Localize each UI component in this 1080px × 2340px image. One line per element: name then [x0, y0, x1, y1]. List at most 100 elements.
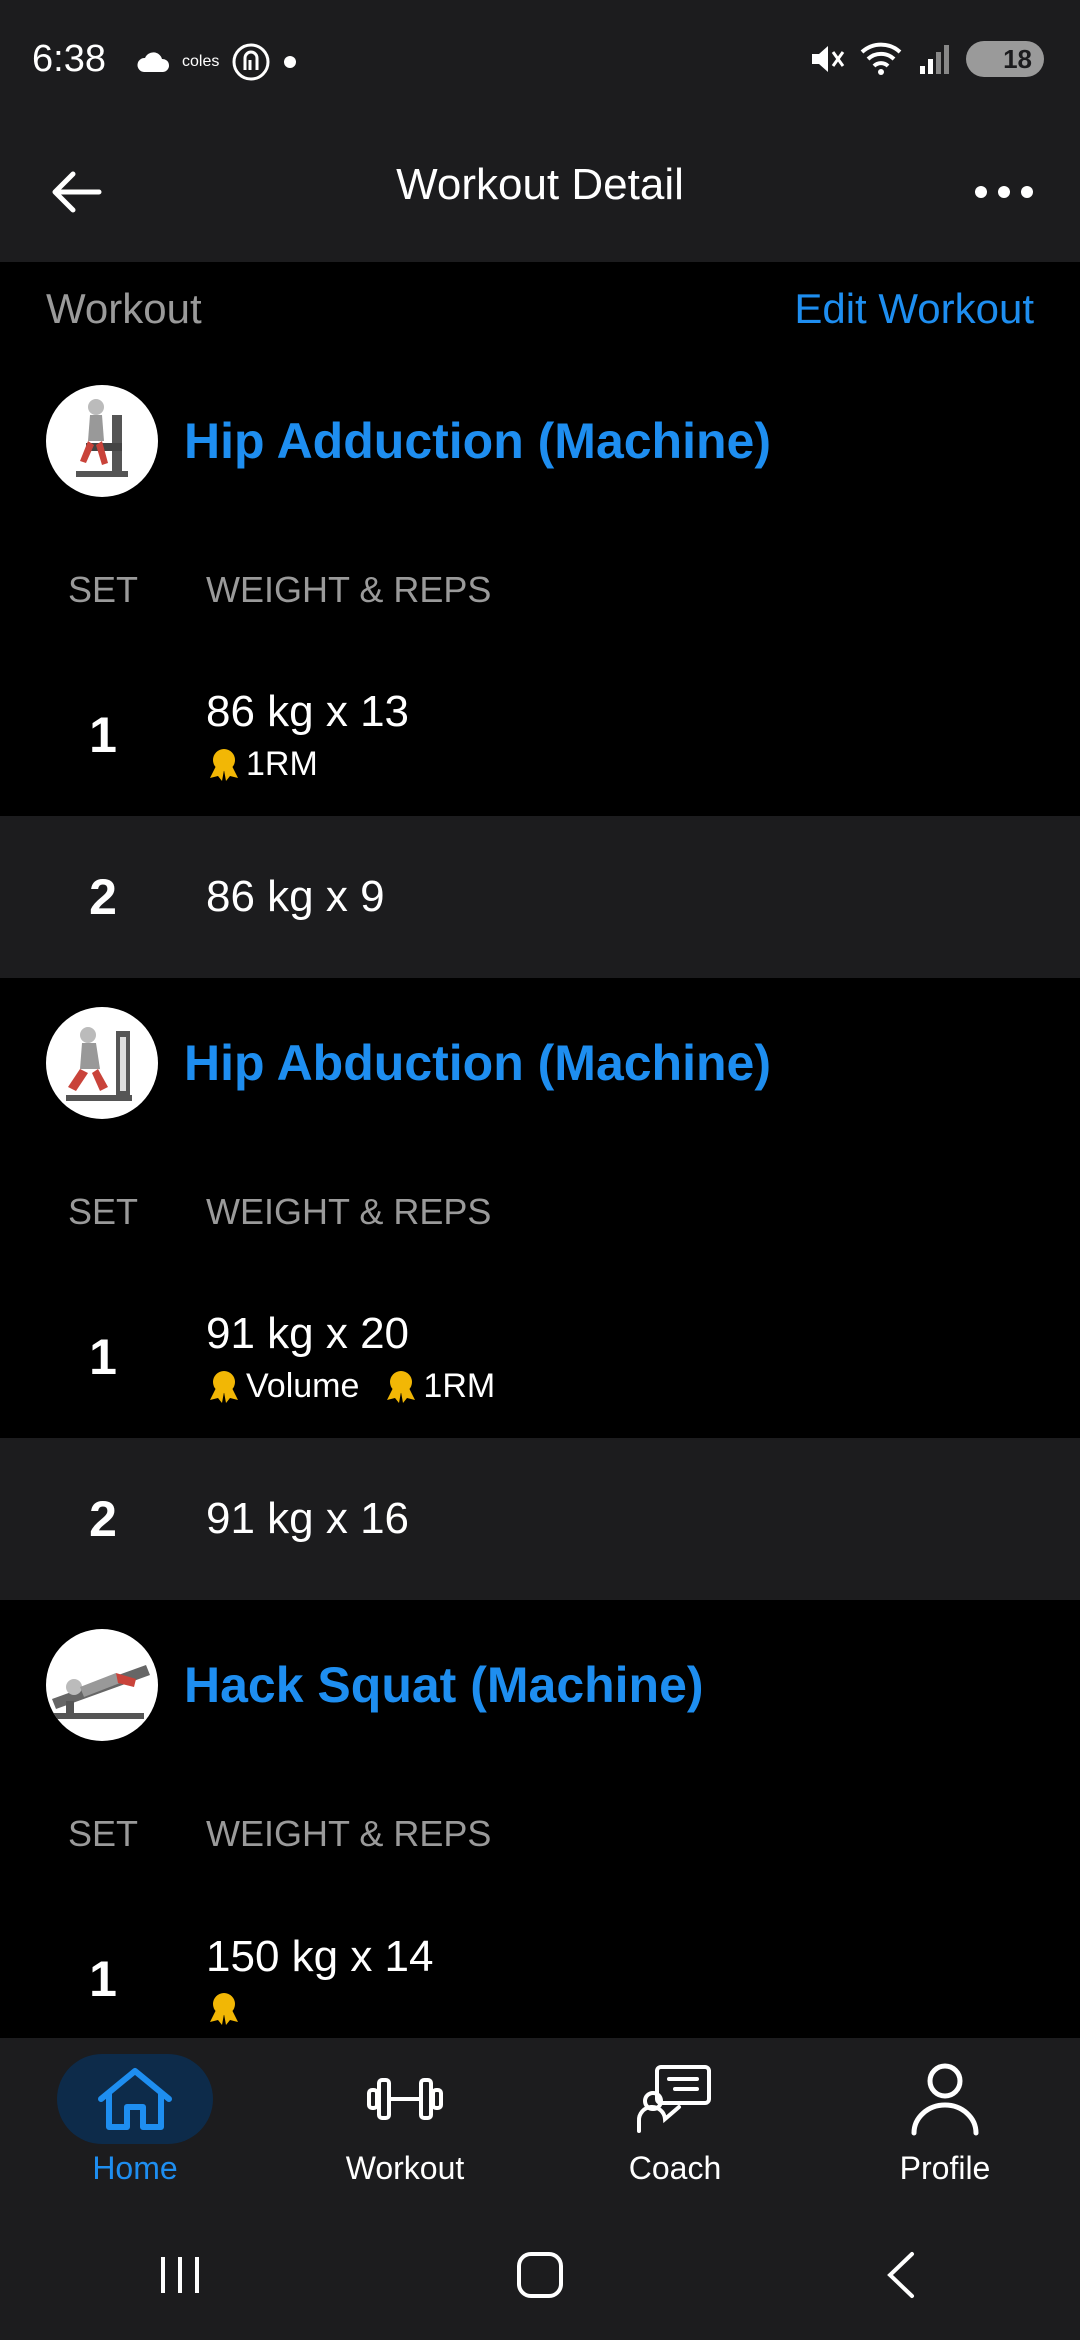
more-horizontal-icon	[975, 186, 1033, 198]
set-info: 91 kg x 20 Volume 1RM	[206, 1309, 495, 1406]
set-info: 86 kg x 9	[206, 872, 385, 922]
nav-item-home[interactable]: Home	[0, 2038, 270, 2210]
exercise-thumbnail	[46, 1007, 158, 1119]
status-left-icons: coles	[136, 42, 297, 82]
status-time: 6:38	[32, 38, 106, 80]
section-label: Workout	[46, 285, 202, 332]
carrier-text: coles	[182, 53, 220, 70]
medal-icon	[210, 1371, 238, 1403]
set-info: 86 kg x 13 1RM	[206, 687, 409, 784]
recent-apps-icon	[161, 2257, 199, 2293]
exercise-name: Hack Squat (Machine)	[184, 1657, 704, 1713]
app-header: Workout Detail	[0, 122, 1080, 262]
set-row: 2 86 kg x 9	[0, 816, 1080, 978]
exercise-name: Hip Adduction (Machine)	[184, 413, 771, 469]
record-badge-label: 1RM	[423, 1366, 496, 1405]
nav-icon-highlight	[327, 2054, 483, 2144]
dot-icon	[284, 56, 297, 68]
coach-icon	[636, 2065, 711, 2133]
set-row: 1 150 kg x 14	[0, 1898, 1080, 2038]
nav-label: Workout	[345, 2150, 465, 2186]
exercise-name: Hip Abduction (Machine)	[184, 1035, 771, 1091]
weight-reps-column-label: WEIGHT & REPS	[206, 569, 492, 610]
exercise-header[interactable]: Hip Adduction (Machine)	[0, 356, 1080, 526]
nav-icon-highlight	[597, 2054, 753, 2144]
exercise-card: Hack Squat (Machine) SET WEIGHT & REPS 1…	[0, 1600, 1080, 2038]
workout-content: Workout Edit Workout Hip Adduction (Mach…	[0, 262, 1080, 2038]
wifi-icon	[860, 42, 902, 75]
status-bar: 6:38 coles 18	[0, 0, 1080, 122]
set-number: 1	[89, 707, 117, 763]
medal-icon	[387, 1371, 416, 1403]
set-row: 2 91 kg x 16	[0, 1438, 1080, 1600]
status-right-icons: 18	[808, 40, 1044, 78]
more-options-button[interactable]	[968, 160, 1040, 224]
mute-icon	[812, 46, 845, 72]
set-row: 1 91 kg x 20 Volume 1RM	[0, 1276, 1080, 1438]
profile-icon	[911, 2063, 979, 2136]
hip-adduction-machine-icon	[76, 399, 128, 477]
record-badge	[206, 1990, 242, 2026]
record-badge: 1RM	[383, 1367, 495, 1406]
exercise-header[interactable]: Hack Squat (Machine)	[0, 1600, 1080, 1770]
home-icon	[98, 2068, 172, 2130]
record-badge: 1RM	[206, 745, 318, 784]
nav-icon-highlight	[57, 2054, 213, 2144]
record-badges	[206, 1990, 434, 2026]
set-info: 91 kg x 16	[206, 1494, 409, 1544]
recent-apps-button[interactable]	[120, 2225, 240, 2325]
nav-item-profile[interactable]: Profile	[810, 2038, 1080, 2210]
set-number: 1	[89, 1329, 117, 1385]
exercise-card: Hip Abduction (Machine) SET WEIGHT & REP…	[0, 978, 1080, 1600]
nav-icon-highlight	[867, 2054, 1023, 2144]
exercise-thumbnail	[46, 1629, 158, 1741]
nav-label: Profile	[899, 2150, 991, 2186]
page-title: Workout Detail	[396, 160, 684, 209]
set-column-label: SET	[67, 1191, 138, 1232]
exercise-card: Hip Adduction (Machine) SET WEIGHT & REP…	[0, 356, 1080, 978]
record-badge-label: 1RM	[246, 744, 318, 783]
home-square-icon	[517, 2252, 563, 2298]
set-number: 2	[89, 1491, 117, 1547]
section-header: Workout Edit Workout	[0, 262, 1080, 356]
set-weight-reps: 91 kg x 16	[206, 1494, 410, 1543]
chevron-left-icon	[887, 2252, 914, 2298]
system-nav-bar	[0, 2210, 1080, 2340]
set-weight-reps: 91 kg x 20	[206, 1308, 410, 1358]
nav-item-workout[interactable]: Workout	[270, 2038, 540, 2210]
exercise-header[interactable]: Hip Abduction (Machine)	[0, 978, 1080, 1148]
set-weight-reps: 86 kg x 9	[206, 872, 385, 921]
medal-icon	[210, 1993, 238, 2025]
set-column-label: SET	[67, 1813, 138, 1854]
weight-reps-column-label: WEIGHT & REPS	[206, 1191, 492, 1232]
set-table-header: SET WEIGHT & REPS	[0, 1148, 1080, 1276]
nfc-icon	[232, 43, 270, 81]
battery-indicator: 18	[966, 41, 1044, 77]
exercise-thumbnail	[46, 385, 158, 497]
record-badges: Volume 1RM	[206, 1367, 495, 1406]
set-table-header: SET WEIGHT & REPS	[0, 1770, 1080, 1898]
bottom-nav: Home Workout Coach Profile	[0, 2038, 1080, 2210]
medal-icon	[210, 749, 238, 781]
set-info: 150 kg x 14	[206, 1932, 434, 2026]
record-badge: Volume	[206, 1367, 359, 1406]
set-weight-reps: 86 kg x 13	[206, 686, 410, 736]
set-table-header: SET WEIGHT & REPS	[0, 526, 1080, 654]
nav-label: Coach	[628, 2150, 722, 2186]
record-badge-label: Volume	[246, 1366, 360, 1405]
edit-workout-button[interactable]: Edit Workout	[794, 285, 1034, 333]
dumbbell-icon	[367, 2078, 443, 2120]
cloud-icon	[137, 52, 170, 72]
set-column-label: SET	[67, 569, 138, 610]
weight-reps-column-label: WEIGHT & REPS	[206, 1813, 492, 1854]
nav-item-coach[interactable]: Coach	[540, 2038, 810, 2210]
hip-abduction-machine-icon	[66, 1027, 132, 1101]
signal-icon	[920, 45, 949, 74]
set-row: 1 86 kg x 13 1RM	[0, 654, 1080, 816]
record-badges: 1RM	[206, 745, 409, 784]
back-system-button[interactable]	[840, 2225, 960, 2325]
set-weight-reps: 150 kg x 14	[206, 1932, 434, 1981]
set-number: 2	[89, 869, 117, 925]
home-system-button[interactable]	[480, 2225, 600, 2325]
nav-label: Home	[92, 2150, 178, 2186]
